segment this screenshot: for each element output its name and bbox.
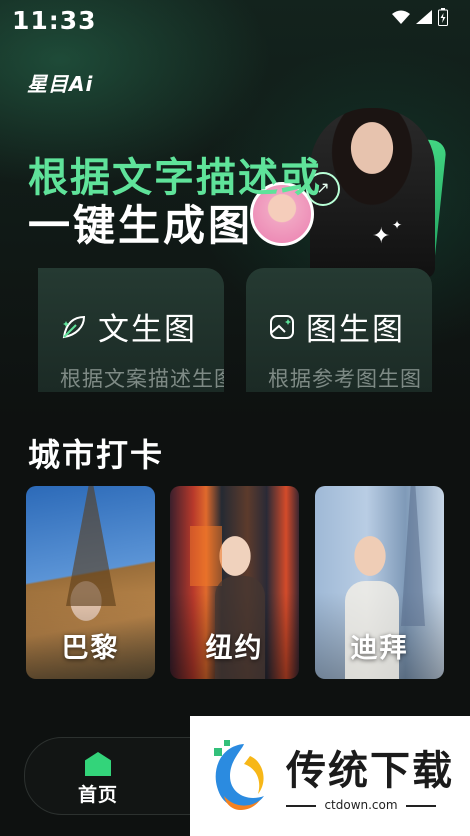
city-card-paris[interactable]: 巴黎 xyxy=(26,486,155,679)
nav-home-label: 首页 xyxy=(77,784,118,806)
city-label: 巴黎 xyxy=(61,633,120,664)
home-icon xyxy=(85,752,111,776)
billboard-shape xyxy=(190,526,222,586)
text-to-image-label: 文生图 xyxy=(98,312,197,348)
sparkle-icon: ✦ xyxy=(372,224,391,249)
wifi-icon xyxy=(392,10,410,24)
text-to-image-subtitle: 根据文案描述生图 xyxy=(60,367,224,391)
app-logo: 星目Ai xyxy=(27,72,94,96)
text-to-image-card[interactable]: 文生图 根据文案描述生图 xyxy=(38,268,224,392)
status-bar: 11:33 xyxy=(0,0,470,40)
hero-headline-line2: 一键生成图 xyxy=(28,201,254,250)
leaf-icon xyxy=(62,315,86,338)
battery-icon xyxy=(438,8,448,26)
city-checkin-title: 城市打卡 xyxy=(28,436,165,474)
watermark-title: 传统下载 xyxy=(286,748,454,794)
watermark-overlay: 传统下载 ctdown.com xyxy=(190,716,470,836)
image-icon xyxy=(270,314,294,339)
status-time: 11:33 xyxy=(12,6,97,35)
text-to-image-title: 文生图 xyxy=(60,304,197,349)
image-to-image-label: 图生图 xyxy=(306,312,405,348)
city-card-dubai[interactable]: 迪拜 xyxy=(315,486,444,679)
skyscraper-shape xyxy=(401,486,425,626)
eiffel-tower-shape xyxy=(66,486,116,606)
sparkle-small-icon: ✦ xyxy=(392,218,403,232)
city-label: 纽约 xyxy=(205,633,264,664)
image-to-image-subtitle: 根据参考图生图 xyxy=(268,367,422,391)
city-card-new-york[interactable]: 纽约 xyxy=(170,486,299,679)
image-to-image-card[interactable]: 图生图 根据参考图生图 xyxy=(246,268,432,392)
status-icons xyxy=(392,8,448,26)
signal-icon xyxy=(416,10,432,24)
city-label: 迪拜 xyxy=(350,633,409,664)
watermark-rule-right xyxy=(406,805,436,807)
watermark-logo-icon xyxy=(214,740,264,811)
image-to-image-title: 图生图 xyxy=(268,304,405,349)
nav-home-button[interactable]: 首页 xyxy=(73,752,123,807)
